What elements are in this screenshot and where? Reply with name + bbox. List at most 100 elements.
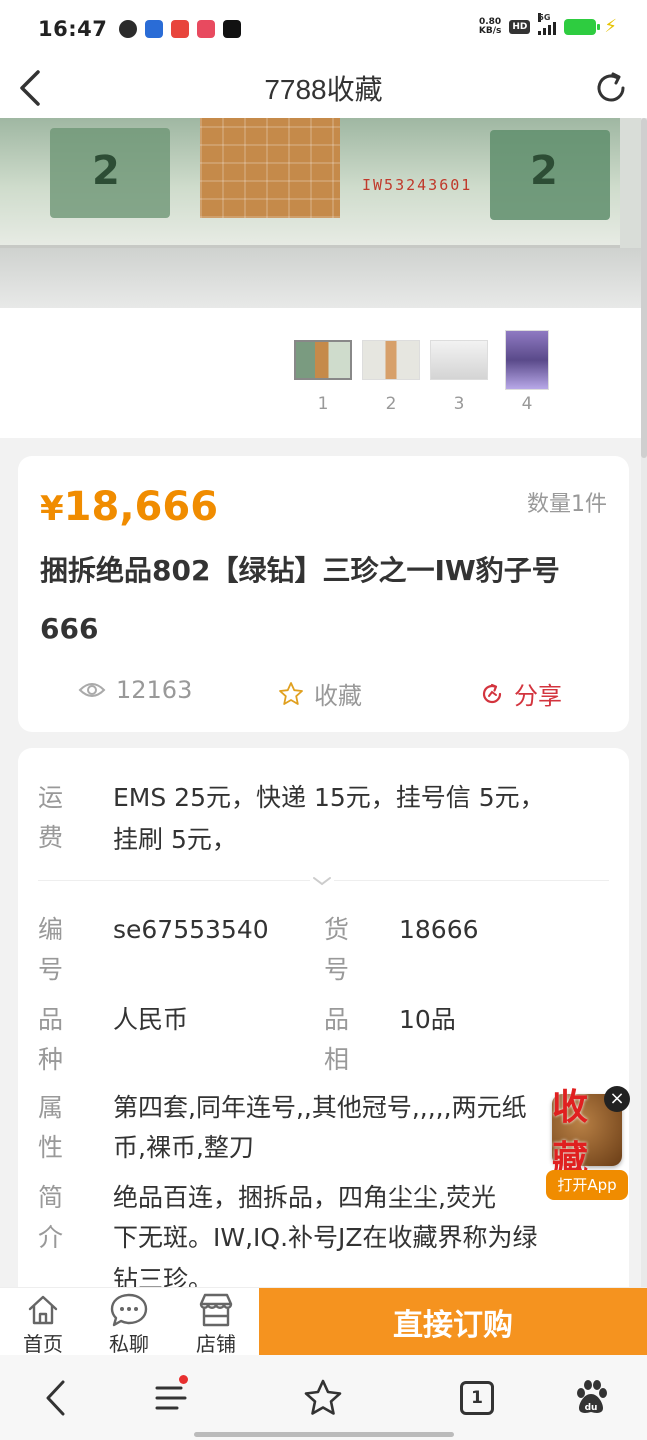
serial-number: IW53243601 — [362, 176, 473, 194]
thumbnail-number: 3 — [453, 394, 465, 414]
menu-button[interactable] — [146, 1373, 196, 1423]
share-button[interactable]: 分享 — [480, 676, 562, 711]
shop-label: 店铺 — [196, 1332, 236, 1356]
tab-count: 1 — [471, 1388, 483, 1408]
notification-icons — [119, 20, 242, 38]
thumbnail-number: 2 — [385, 394, 397, 414]
thumbnail-number: 4 — [521, 394, 533, 414]
signal-icon: 5G — [538, 12, 557, 35]
shop-button[interactable]: 店铺 — [181, 1288, 251, 1356]
shipping-label: 运费 — [38, 783, 64, 852]
hd-badge: HD — [509, 19, 531, 34]
chat-label: 私聊 — [109, 1332, 149, 1356]
back-button[interactable] — [10, 68, 50, 108]
chat-icon — [110, 1293, 148, 1327]
baidu-button[interactable]: du — [566, 1373, 616, 1423]
buy-now-button[interactable]: 直接订购 — [259, 1288, 647, 1356]
scrollbar-thumb[interactable] — [641, 118, 647, 458]
battery-icon — [564, 18, 601, 35]
item-no-label: 货号 — [324, 915, 350, 984]
action-bar: 首页 私聊 店铺 直接订购 — [0, 1287, 647, 1356]
price-symbol: ¥ — [40, 489, 64, 529]
capcut-icon — [223, 20, 242, 38]
refresh-button[interactable] — [591, 68, 631, 108]
attributes-label: 属性 — [38, 1093, 64, 1162]
views-count: 12163 — [78, 676, 192, 704]
close-button[interactable]: × — [604, 1086, 630, 1112]
tabs-button[interactable]: 1 — [452, 1373, 502, 1423]
denomination-left: 2 — [92, 148, 120, 194]
wechat-icon — [119, 20, 138, 38]
number-label: 编号 — [38, 915, 64, 984]
share-icon — [482, 683, 502, 703]
chat-button[interactable]: 私聊 — [94, 1288, 164, 1356]
svg-text:du: du — [585, 1403, 598, 1413]
price: ¥18,666 — [40, 484, 218, 530]
thumbnail-3[interactable] — [430, 340, 488, 380]
baidu-paw-icon: du — [577, 1380, 607, 1413]
paper-band — [200, 118, 340, 218]
product-image[interactable]: 2 2 IW53243601 — [0, 118, 647, 308]
intro-value-line2: 下无斑。IW,IQ.补号JZ在收藏界称为绿 — [113, 1223, 538, 1252]
thumbnail-number: 1 — [317, 394, 329, 414]
denomination-right: 2 — [530, 148, 558, 194]
status-bar: 16:47 0.80 KB/s HD 5G ⚡ — [0, 0, 647, 58]
net-speed-unit: KB/s — [478, 25, 502, 36]
charging-icon: ⚡ — [604, 16, 617, 37]
attributes-value-line2: 币,裸币,整刀 — [113, 1133, 254, 1162]
status-time: 16:47 — [38, 17, 108, 41]
case-shadow — [0, 248, 647, 308]
network-type: 5G — [538, 12, 551, 22]
browser-back-button[interactable] — [30, 1373, 80, 1423]
shipping-value-line1: EMS 25元，快递 15元，挂号信 5元， — [113, 783, 545, 812]
home-button[interactable]: 首页 — [8, 1288, 78, 1356]
star-icon — [279, 681, 303, 705]
item-no-value: 18666 — [399, 915, 479, 944]
home-label: 首页 — [23, 1332, 63, 1356]
open-app-button[interactable]: 打开App — [546, 1170, 628, 1200]
price-value: 18,666 — [63, 484, 219, 530]
back-arrow-icon — [20, 70, 40, 106]
thumbnail-2[interactable] — [362, 340, 420, 380]
price-card: ¥18,666 数量1件 捆拆绝品802【绿钻】三珍之一IW豹子号666 121… — [18, 456, 629, 732]
number-value: se67553540 — [113, 915, 269, 944]
menu-icon — [155, 1386, 187, 1410]
refresh-icon — [597, 72, 625, 102]
chevron-down-icon — [313, 877, 331, 886]
product-title: 捆拆绝品802【绿钻】三珍之一IW豹子号666 — [40, 554, 560, 645]
intro-value-line1: 绝品百连，捆拆品，四角尘尘,荧光 — [113, 1183, 496, 1212]
details-card: 运费 EMS 25元，快递 15元，挂号信 5元， 挂刷 5元， 编号 se67… — [18, 748, 629, 1308]
notification-dot — [179, 1375, 188, 1384]
browser-nav-bar: 1 du — [0, 1355, 647, 1440]
grade-label: 品相 — [324, 1005, 350, 1074]
thumbnail-strip: 1 2 3 4 — [0, 308, 641, 438]
shipping-value-line2: 挂刷 5元， — [113, 825, 237, 854]
intro-label: 简介 — [38, 1183, 64, 1252]
shop-icon — [197, 20, 216, 38]
favorite-button[interactable]: 收藏 — [278, 676, 362, 711]
grade-value: 10品 — [399, 1005, 456, 1034]
attributes-value-line1: 第四套,同年连号,,其他冠号,,,,,两元纸 — [113, 1093, 527, 1122]
back-arrow-icon — [46, 1380, 65, 1416]
category-label: 品种 — [38, 1005, 64, 1074]
baidu-paw-icon — [145, 20, 164, 38]
thumbnail-4[interactable] — [505, 330, 549, 390]
status-right: 0.80 KB/s HD 5G ⚡ — [478, 12, 617, 37]
page-header: 7788收藏 — [0, 58, 647, 118]
net-speed: 0.80 KB/s — [478, 17, 502, 36]
expand-button[interactable] — [310, 872, 334, 890]
open-app-widget: × 收藏 打开App — [546, 1086, 630, 1210]
thumbnail-1[interactable] — [294, 340, 352, 380]
views-value: 12163 — [116, 676, 193, 704]
product-stats: 12163 收藏 分享 — [18, 676, 629, 716]
map-icon — [171, 20, 190, 38]
bookmark-button[interactable] — [298, 1373, 348, 1423]
tabs-icon: 1 — [460, 1381, 494, 1415]
category-value: 人民币 — [113, 1005, 189, 1034]
favorite-label: 收藏 — [314, 682, 362, 710]
share-label: 分享 — [514, 682, 562, 710]
page-title: 7788收藏 — [264, 74, 383, 105]
quantity: 数量1件 — [527, 492, 607, 517]
star-icon — [304, 1379, 342, 1415]
home-indicator[interactable] — [194, 1432, 454, 1437]
